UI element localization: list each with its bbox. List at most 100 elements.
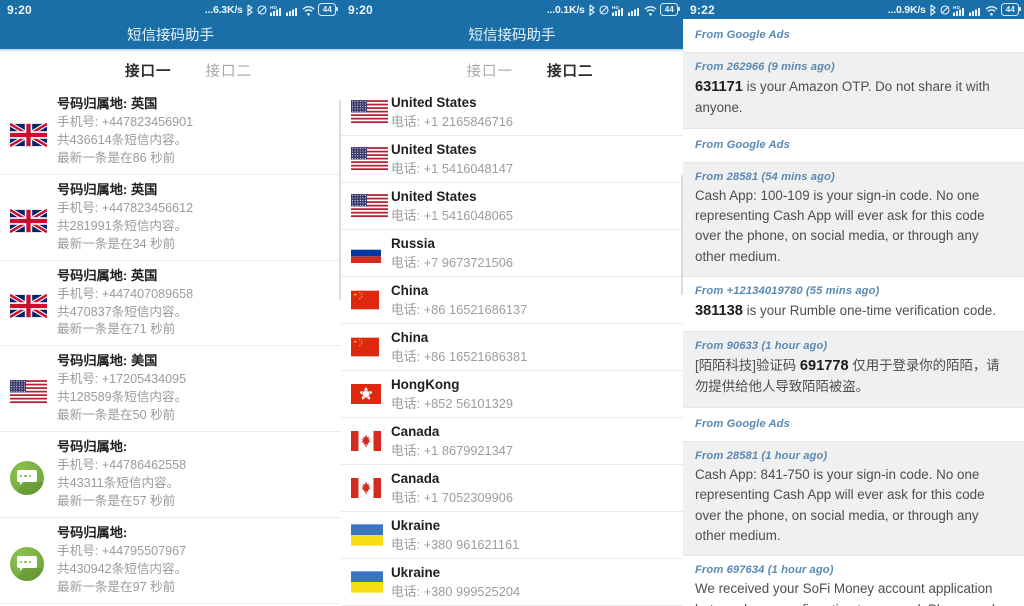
country-list-item[interactable]: Ukraine电话: +380 999525204 xyxy=(341,559,683,606)
number-latest-label: 最新一条是在86 秒前 xyxy=(57,150,193,168)
country-name-label: United States xyxy=(391,93,513,113)
sms-body-text: Cash App: 100-109 is your sign-in code. … xyxy=(695,186,1012,268)
sms-message-row[interactable]: From 697634 (1 hour ago)We received your… xyxy=(683,556,1024,606)
sms-ad-label: From Google Ads xyxy=(695,29,1012,41)
country-list-item-text: Canada电话: +1 8679921347 xyxy=(391,422,513,461)
tab-interface-one[interactable]: 接口一 xyxy=(467,60,514,81)
country-list-item-text: China电话: +86 16521686137 xyxy=(391,281,527,320)
country-list-item[interactable]: China电话: +86 16521686381 xyxy=(341,324,683,371)
number-list-item[interactable]: 号码归属地: 英国手机号: +447823456901共436614条短信内容。… xyxy=(0,89,341,175)
sms-body-text: 631171 is your Amazon OTP. Do not share … xyxy=(695,76,1012,119)
sms-message-row[interactable]: From 90633 (1 hour ago)[陌陌科技]验证码 691778 … xyxy=(683,332,1024,408)
number-location-label: 号码归属地: 英国 xyxy=(57,94,193,113)
number-location-label: 号码归属地: 英国 xyxy=(57,180,193,199)
status-bar: 9:20 ...6.3K/s HD 44 xyxy=(0,0,341,19)
number-sms-count-label: 共470837条短信内容。 xyxy=(57,304,193,322)
mute-icon xyxy=(599,4,609,16)
country-phone-label: 电话: +1 8679921347 xyxy=(391,442,513,461)
app-bar: 短信接码助手 xyxy=(0,19,341,49)
sms-body-text: 381138 is your Rumble one-time verificat… xyxy=(695,300,1012,322)
sms-ad-row[interactable]: From Google Ads xyxy=(683,129,1024,163)
tab-interface-two[interactable]: 接口二 xyxy=(547,60,594,81)
number-list-item[interactable]: 号码归属地: 美国手机号: +17205434095共128589条短信内容。最… xyxy=(0,346,341,432)
sms-message-row[interactable]: From 28581 (1 hour ago)Cash App: 841-750… xyxy=(683,442,1024,557)
sms-message-row[interactable]: From 28581 (54 mins ago) Cash App: 100-10… xyxy=(683,163,1024,278)
battery-icon: 44 xyxy=(660,3,678,16)
bluetooth-icon xyxy=(246,4,254,16)
number-sms-count-label: 共436614条短信内容。 xyxy=(57,132,193,150)
phone-panel-right: 9:22 ...0.9K/s HD 44 From Google AdsFrom… xyxy=(683,0,1024,606)
number-phone-label: 手机号: +447823456901 xyxy=(57,114,193,132)
tab-interface-two[interactable]: 接口二 xyxy=(206,60,253,81)
country-name-label: China xyxy=(391,281,527,301)
country-flag-ua-icon xyxy=(351,571,391,593)
country-list-item[interactable]: Russia电话: +7 9673721506 xyxy=(341,230,683,277)
country-flag-cn-icon xyxy=(351,333,391,361)
status-bar: 9:20 ...0.1K/s HD 44 xyxy=(341,0,683,19)
sms-ad-row[interactable]: From Google Ads xyxy=(683,408,1024,442)
network-speed-label: ...0.9K/s xyxy=(888,4,926,16)
country-phone-label: 电话: +380 961621161 xyxy=(391,536,519,555)
number-latest-label: 最新一条是在57 秒前 xyxy=(57,493,186,511)
country-flag-us-icon xyxy=(10,372,54,405)
country-list-item-text: United States电话: +1 5416048065 xyxy=(391,187,513,226)
tab-interface-one[interactable]: 接口一 xyxy=(125,60,172,81)
screenshot-root: 9:20 ...6.3K/s HD 44 短信接码助手 接口一 接口二 号码归属… xyxy=(0,0,1024,606)
country-list-item[interactable]: Canada电话: +1 8679921347 xyxy=(341,418,683,465)
country-phone-label: 电话: +1 2165846716 xyxy=(391,113,513,132)
status-clock: 9:20 xyxy=(348,3,373,17)
number-latest-label: 最新一条是在34 秒前 xyxy=(57,236,193,254)
country-name-label: China xyxy=(391,328,527,348)
country-flag-chat-icon xyxy=(10,539,54,581)
country-list-item[interactable]: China电话: +86 16521686137 xyxy=(341,277,683,324)
country-name-label: Ukraine xyxy=(391,516,519,536)
number-sms-count-label: 共430942条短信内容。 xyxy=(57,561,187,579)
country-list-item[interactable]: United States电话: +1 2165846716 xyxy=(341,89,683,136)
signal-hd-icon: HD xyxy=(612,4,625,16)
number-phone-label: 手机号: +44795507967 xyxy=(57,543,187,561)
number-sms-count-label: 共128589条短信内容。 xyxy=(57,389,187,407)
country-list-item[interactable]: Ukraine电话: +380 961621161 xyxy=(341,512,683,559)
country-list-item-text: Russia电话: +7 9673721506 xyxy=(391,234,513,273)
country-name-label: United States xyxy=(391,187,513,207)
country-list[interactable]: United States电话: +1 2165846716United Sta… xyxy=(341,89,683,606)
country-list-item-text: United States电话: +1 5416048147 xyxy=(391,140,513,179)
country-flag-ca-icon xyxy=(351,477,391,499)
country-list-item[interactable]: United States电话: +1 5416048147 xyxy=(341,136,683,183)
mute-icon xyxy=(257,4,267,16)
sms-message-row[interactable]: From +12134019780 (55 mins ago)381138 is… xyxy=(683,277,1024,332)
sms-message-list[interactable]: From Google AdsFrom 262966 (9 mins ago)6… xyxy=(683,19,1024,606)
country-list-item[interactable]: HongKong电话: +852 56101329 xyxy=(341,371,683,418)
country-name-label: Canada xyxy=(391,469,513,489)
network-speed-label: ...0.1K/s xyxy=(547,4,585,16)
number-list-item[interactable]: 号码归属地:手机号: +44786462558共43311条短信内容。最新一条是… xyxy=(0,432,341,518)
country-flag-ru-icon xyxy=(351,243,391,263)
number-list-item-text: 号码归属地:手机号: +44786462558共43311条短信内容。最新一条是… xyxy=(54,437,186,511)
number-list-item[interactable]: 号码归属地: 英国手机号: +447823456612共281991条短信内容。… xyxy=(0,175,341,261)
status-bar: 9:22 ...0.9K/s HD 44 xyxy=(683,0,1024,19)
sms-ad-row[interactable]: From Google Ads xyxy=(683,19,1024,53)
status-icons: ...0.9K/s HD 44 xyxy=(888,3,1019,16)
number-location-label: 号码归属地: 英国 xyxy=(57,266,193,285)
sms-body-text: Cash App: 841-750 is your sign-in code. … xyxy=(695,465,1012,547)
wifi-icon xyxy=(985,4,998,16)
tab-bar: 接口一 接口二 xyxy=(341,52,683,89)
country-flag-us-icon xyxy=(351,194,391,219)
country-list-item-text: Canada电话: +1 7052309906 xyxy=(391,469,513,508)
number-sms-count-label: 共281991条短信内容。 xyxy=(57,218,193,236)
number-list-item[interactable]: 号码归属地: 英国手机号: +447407089658共470837条短信内容。… xyxy=(0,261,341,347)
number-list-item-text: 号码归属地: 英国手机号: +447823456901共436614条短信内容。… xyxy=(54,94,193,168)
country-flag-cn-icon xyxy=(351,286,391,314)
number-list-item[interactable]: 号码归属地:手机号: +44795507967共430942条短信内容。最新一条… xyxy=(0,518,341,604)
app-title: 短信接码助手 xyxy=(127,24,214,45)
network-speed-label: ...6.3K/s xyxy=(205,4,243,16)
sms-sender-label: From 28581 (54 mins ago) xyxy=(695,171,1012,183)
sms-message-row[interactable]: From 262966 (9 mins ago)631171 is your A… xyxy=(683,53,1024,129)
number-latest-label: 最新一条是在71 秒前 xyxy=(57,321,193,339)
sms-otp-code: 631171 xyxy=(695,79,743,95)
country-list-item[interactable]: United States电话: +1 5416048065 xyxy=(341,183,683,230)
number-list[interactable]: 号码归属地: 英国手机号: +447823456901共436614条短信内容。… xyxy=(0,89,341,606)
battery-icon: 44 xyxy=(318,3,336,16)
country-list-item[interactable]: Canada电话: +1 7052309906 xyxy=(341,465,683,512)
wifi-icon xyxy=(302,4,315,16)
